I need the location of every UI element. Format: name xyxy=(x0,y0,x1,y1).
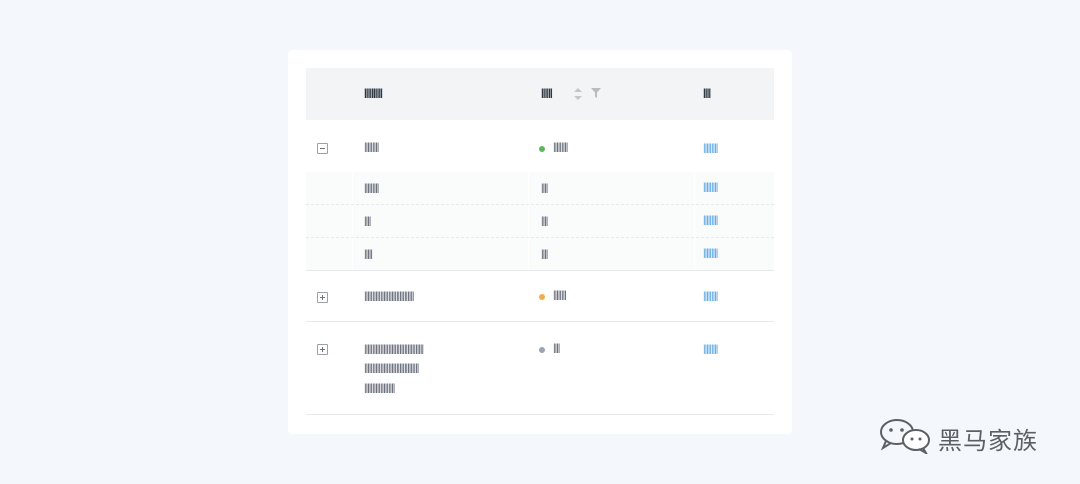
table-header: |||||||||| |||||| |||| xyxy=(306,68,774,120)
row-status: |||| xyxy=(553,343,560,354)
nested-row-name: ||||| xyxy=(364,249,373,260)
column-header-action: |||| xyxy=(703,88,711,99)
sort-icon[interactable] xyxy=(574,88,582,100)
nested-row-name: ||||||||| xyxy=(364,183,379,194)
table-card: |||||||||| |||||| |||| ||||||||| |||||||… xyxy=(288,50,792,434)
nested-row-action-link[interactable]: ||||||||| xyxy=(703,247,718,261)
row-name-line: |||||||||||||||||||||||||||||||||| xyxy=(364,363,419,374)
table-row: ||||||||| ||||||||| ||||||||| ||||||||| … xyxy=(306,120,774,271)
row-name-line: ||||||||||||||||||| xyxy=(364,383,395,394)
nested-row: |||| |||| ||||||||| xyxy=(306,204,774,237)
row-action-link[interactable]: ||||||||| xyxy=(703,290,718,304)
row-name: ||||||||| xyxy=(364,142,379,153)
nested-row: ||||||||| |||| ||||||||| xyxy=(306,172,774,204)
nested-rows: ||||||||| |||| ||||||||| |||| |||| |||||… xyxy=(306,172,774,270)
row-action-link[interactable]: ||||||||| xyxy=(703,343,718,357)
watermark-text: 黑马家族 xyxy=(938,427,1038,455)
wechat-watermark: 黑马家族 xyxy=(878,418,1037,458)
row-status: ||||||||| xyxy=(553,142,568,153)
table-row: ||||||||||||||||||||||||||||||| ||||||||… xyxy=(306,271,774,322)
status-dot xyxy=(539,294,545,300)
minus-square-icon[interactable] xyxy=(317,143,328,154)
row-name-line: ||||||||||||||||||||||||||||||||||||| xyxy=(364,344,424,355)
row-main: ||||||||| ||||||||| ||||||||| xyxy=(306,120,774,172)
status-dot xyxy=(539,146,545,152)
row-name: ||||||||||||||||||||||||||||||| xyxy=(364,291,415,302)
nested-row-status: |||| xyxy=(541,183,548,194)
row-status: |||||||| xyxy=(553,290,567,301)
nested-row-action-link[interactable]: ||||||||| xyxy=(703,181,718,195)
wechat-icon xyxy=(880,419,930,456)
nested-row: ||||| |||| ||||||||| xyxy=(306,237,774,270)
filter-icon[interactable] xyxy=(591,88,601,98)
row-action-link[interactable]: ||||||||| xyxy=(703,142,718,156)
data-table: |||||||||| |||||| |||| ||||||||| |||||||… xyxy=(306,68,774,415)
column-header-status: |||||| xyxy=(541,88,553,99)
status-dot xyxy=(539,347,545,353)
plus-square-icon[interactable] xyxy=(317,292,328,303)
plus-square-icon[interactable] xyxy=(317,344,328,355)
nested-row-action-link[interactable]: ||||||||| xyxy=(703,214,718,228)
nested-row-name: |||| xyxy=(364,216,371,227)
column-header-name: |||||||||| xyxy=(364,88,383,99)
nested-row-status: |||| xyxy=(541,249,548,260)
table-row: ||||||||||||||||||||||||||||||||||||| ||… xyxy=(306,322,774,415)
nested-row-status: |||| xyxy=(541,216,548,227)
